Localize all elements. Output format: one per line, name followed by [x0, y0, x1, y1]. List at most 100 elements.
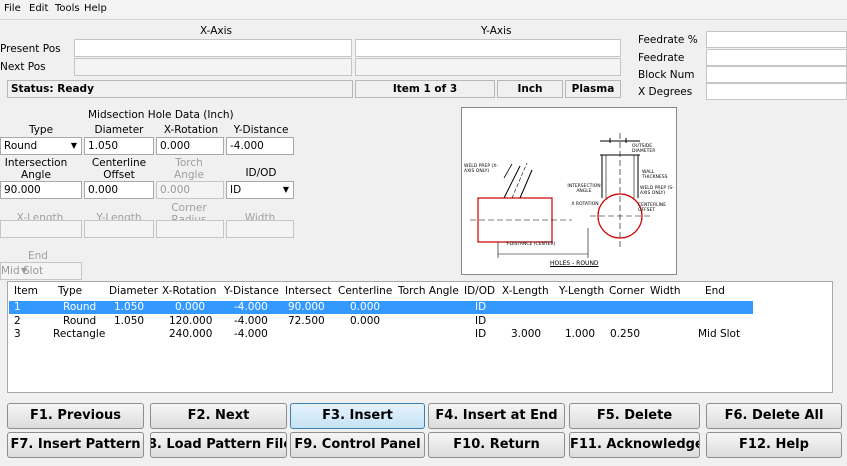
col-end[interactable]: End [705, 285, 725, 297]
next-pos-x [74, 58, 352, 76]
present-pos-x [74, 39, 352, 57]
chevron-down-icon: ▼ [70, 141, 77, 150]
centerline-offset-label: Centerline Offset [91, 157, 147, 181]
cell: Mid Slot [698, 328, 741, 340]
centerline-offset-text: CENTERLINE OFFSET [638, 203, 667, 213]
type-label: Type [28, 124, 54, 136]
weld-prep-xaxis-text: WELD PREP (X-AXIS ONLY) [464, 164, 498, 174]
f8-load-pattern-file-button[interactable]: F8. Load Pattern File [150, 432, 287, 458]
cell: -4.000 [234, 328, 268, 340]
idod-select[interactable]: ID ▼ [226, 181, 294, 199]
weld-prep-saxis-text: WELD PREP (S-AXIS ONLY) [640, 186, 674, 196]
f1-previous-button[interactable]: F1. Previous [7, 403, 144, 429]
cell: 1.050 [114, 301, 145, 313]
centerline-offset-input[interactable]: 0.000 [84, 181, 154, 199]
f4-insert-at-end-button[interactable]: F4. Insert at End [428, 403, 565, 429]
cell: Round [63, 301, 97, 313]
f12-help-button[interactable]: F12. Help [706, 432, 842, 458]
f6-delete-all-button[interactable]: F6. Delete All [706, 403, 842, 429]
cell: 1.050 [114, 315, 145, 327]
intersection-angle-input[interactable]: 90.000 [0, 181, 82, 199]
next-pos-label: Next Pos [0, 61, 46, 73]
f9-control-panel-button[interactable]: F9. Control Panel [290, 432, 425, 458]
col-y-distance[interactable]: Y-Distance [224, 285, 279, 297]
cell: 240.000 [169, 328, 213, 340]
corner-radius-input[interactable] [156, 220, 224, 238]
x-degrees-label: X Degrees [638, 86, 693, 98]
cell: 90.000 [288, 301, 325, 313]
menu-tools[interactable]: Tools [55, 3, 80, 14]
x-rotation-input[interactable]: 0.000 [156, 137, 224, 155]
col-item[interactable]: Item [14, 285, 38, 297]
diameter-input[interactable]: 1.050 [84, 137, 154, 155]
f2-next-button[interactable]: F2. Next [150, 403, 287, 429]
cell: 1 [14, 301, 21, 313]
intersection-angle-label: Intersection Angle [4, 157, 68, 181]
f3-insert-button[interactable]: F3. Insert [290, 403, 425, 429]
menu-file[interactable]: File [4, 3, 21, 14]
item-counter: Item 1 of 3 [355, 80, 495, 98]
next-pos-y [355, 58, 621, 76]
feedrate-pct-field [706, 31, 847, 48]
menu-edit[interactable]: Edit [29, 3, 48, 14]
feedrate-field [706, 49, 847, 66]
type-select[interactable]: Round ▼ [0, 137, 82, 155]
col-x-length[interactable]: X-Length [502, 285, 549, 297]
cell: Rectangle [53, 328, 106, 340]
x-degrees-field [706, 83, 847, 100]
cell: 3.000 [511, 328, 542, 340]
cell: 1.000 [565, 328, 596, 340]
f7-insert-pattern-button[interactable]: F7. Insert Pattern [7, 432, 144, 458]
idod-select-value: ID [230, 184, 242, 196]
cell: ID [475, 328, 487, 340]
status-text: Status: Ready [7, 80, 353, 98]
cell: 0.250 [610, 328, 641, 340]
col-torch-angle[interactable]: Torch Angle [398, 285, 459, 297]
col-centerline[interactable]: Centerline [338, 285, 392, 297]
cell: 72.500 [288, 315, 325, 327]
f10-return-button[interactable]: F10. Return [428, 432, 565, 458]
cell: 0.000 [350, 315, 381, 327]
col-x-rotation[interactable]: X-Rotation [162, 285, 216, 297]
f11-acknowledge-button[interactable]: F11. Acknowledge [569, 432, 700, 458]
units-indicator: Inch [497, 80, 563, 98]
table-row[interactable]: 3 Rectangle 240.000 -4.000 ID 3.000 1.00… [9, 328, 753, 341]
end-select[interactable]: Mid Slot ▼ [0, 262, 82, 280]
feedrate-label: Feedrate [638, 52, 685, 64]
cell: 0.000 [350, 301, 381, 313]
wall-thickness-text: WALL THICKNESS [642, 170, 668, 180]
col-width[interactable]: Width [650, 285, 681, 297]
width-input[interactable] [226, 220, 294, 238]
torch-angle-label: Torch Angle [174, 157, 204, 181]
col-y-length[interactable]: Y-Length [559, 285, 604, 297]
torch-angle-input[interactable]: 0.000 [156, 181, 224, 199]
block-num-field [706, 66, 847, 83]
cell: -4.000 [234, 301, 268, 313]
cell: 120.000 [169, 315, 213, 327]
col-idod[interactable]: ID/OD [464, 285, 495, 297]
y-distance-input[interactable]: -4.000 [226, 137, 294, 155]
process-indicator: Plasma [565, 80, 621, 98]
type-select-value: Round [4, 140, 38, 152]
x-rotation-text: X ROTATION [571, 202, 599, 207]
table-row[interactable]: 1 Round 1.050 0.000 -4.000 90.000 0.000 … [9, 301, 753, 314]
diagram-caption: HOLES - ROUND [550, 260, 599, 267]
y-length-input[interactable] [84, 220, 154, 238]
y-axis-header: Y-Axis [481, 25, 512, 37]
f5-delete-button[interactable]: F5. Delete [569, 403, 700, 429]
x-axis-header: X-Axis [200, 25, 233, 37]
menu-help[interactable]: Help [84, 3, 107, 14]
outside-diameter-text: OUTSIDE DIAMETER [632, 144, 656, 154]
col-intersect[interactable]: Intersect [285, 285, 331, 297]
cell: -4.000 [234, 315, 268, 327]
col-type[interactable]: Type [58, 285, 82, 297]
table-row[interactable]: 2 Round 1.050 120.000 -4.000 72.500 0.00… [9, 315, 753, 328]
hole-data-table: Item Type Diameter X-Rotation Y-Distance… [7, 281, 833, 393]
y-distance-center-text: Y-DISTANCE (CENTER) [506, 242, 556, 247]
col-diameter[interactable]: Diameter [109, 285, 158, 297]
col-corner[interactable]: Corner [609, 285, 644, 297]
cell: 0.000 [175, 301, 206, 313]
x-length-input[interactable] [0, 220, 82, 238]
holes-round-diagram: OUTSIDE DIAMETER WELD PREP (X-AXIS ONLY)… [461, 107, 677, 275]
idod-label: ID/OD [245, 167, 277, 179]
